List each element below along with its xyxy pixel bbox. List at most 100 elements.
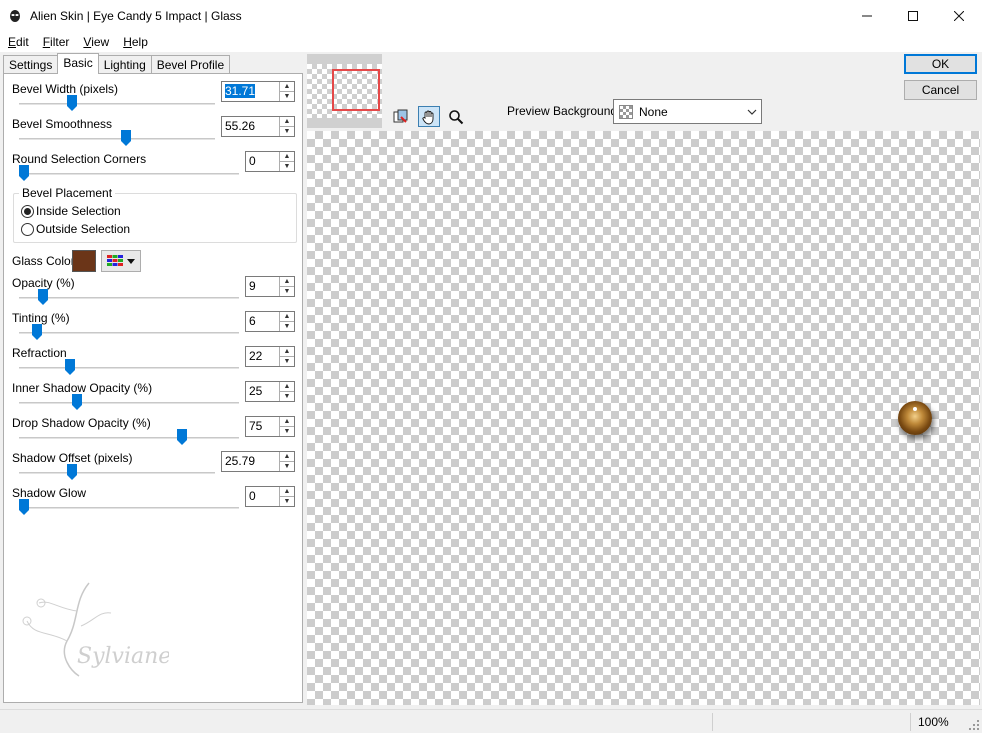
spin-down-icon[interactable]: ▼ <box>280 126 294 136</box>
bevel-smoothness-spinbox[interactable]: 55.26 ▲ ▼ <box>221 116 295 137</box>
sylviane-watermark-logo: Sylviane <box>22 582 169 677</box>
close-button[interactable] <box>936 0 982 31</box>
shadow-offset-spinbox[interactable]: 25.79 ▲ ▼ <box>221 451 295 472</box>
drop-shadow-spinbox[interactable]: 75 ▲ ▼ <box>245 416 295 437</box>
spin-down-icon[interactable]: ▼ <box>280 391 294 401</box>
round-corners-track[interactable] <box>19 173 239 175</box>
spin-down-icon[interactable]: ▼ <box>280 321 294 331</box>
spin-up-icon[interactable]: ▲ <box>280 382 294 391</box>
spin-up-icon[interactable]: ▲ <box>280 417 294 426</box>
spin-up-icon[interactable]: ▲ <box>280 152 294 161</box>
compare-tool-button[interactable] <box>390 106 412 127</box>
spin-down-icon[interactable]: ▼ <box>280 286 294 296</box>
navigator-view-rectangle[interactable] <box>332 69 380 111</box>
bevel-width-input[interactable]: 31.71 <box>222 82 279 101</box>
tab-basic[interactable]: Basic <box>57 53 99 74</box>
tinting-spinbox[interactable]: 6 ▲ ▼ <box>245 311 295 332</box>
inside-selection-label[interactable]: Inside Selection <box>36 204 121 218</box>
shadow-glow-track[interactable] <box>19 507 239 509</box>
bevel-smoothness-input[interactable]: 55.26 <box>222 117 279 136</box>
refraction-slider-thumb[interactable] <box>65 359 76 375</box>
refraction-spinbox[interactable]: 22 ▲ ▼ <box>245 346 295 367</box>
inner-shadow-input[interactable]: 25 <box>246 382 279 401</box>
opacity-input[interactable]: 9 <box>246 277 279 296</box>
round-corners-label: Round Selection Corners <box>12 152 147 166</box>
shadow-offset-label: Shadow Offset (pixels) <box>12 451 133 465</box>
bevel-width-spinbox[interactable]: 31.71 ▲ ▼ <box>221 81 295 102</box>
bevel-smoothness-slider-thumb[interactable] <box>121 130 132 146</box>
resize-grip-icon[interactable] <box>969 720 979 730</box>
ok-button[interactable]: OK <box>904 54 977 74</box>
spin-down-icon[interactable]: ▼ <box>280 91 294 101</box>
glass-color-swatch[interactable] <box>72 250 96 272</box>
drop-shadow-input[interactable]: 75 <box>246 417 279 436</box>
inner-shadow-track[interactable] <box>19 402 239 404</box>
maximize-button[interactable] <box>890 0 936 31</box>
cancel-button[interactable]: Cancel <box>904 80 977 100</box>
tinting-slider-thumb[interactable] <box>31 324 42 340</box>
round-corners-input[interactable]: 0 <box>246 152 279 171</box>
spin-up-icon[interactable]: ▲ <box>280 487 294 496</box>
bevel-smoothness-track[interactable] <box>19 138 215 140</box>
menu-edit[interactable]: Edit <box>0 35 35 49</box>
spin-up-icon[interactable]: ▲ <box>280 277 294 286</box>
preview-background-select[interactable]: None <box>613 99 762 124</box>
drop-shadow-track[interactable] <box>19 437 239 439</box>
magnifier-icon <box>449 109 464 124</box>
bevel-width-slider-thumb[interactable] <box>67 95 78 111</box>
settings-tabs: Settings Basic Lighting Bevel Profile <box>3 53 231 74</box>
inside-selection-radio[interactable] <box>21 205 34 218</box>
spin-up-icon[interactable]: ▲ <box>280 82 294 91</box>
navigator-thumbnail[interactable] <box>307 54 382 128</box>
spin-down-icon[interactable]: ▼ <box>280 496 294 506</box>
tab-bevel-profile[interactable]: Bevel Profile <box>150 55 231 74</box>
menu-help[interactable]: Help <box>115 35 154 49</box>
shadow-offset-input[interactable]: 25.79 <box>222 452 279 471</box>
menu-filter[interactable]: Filter <box>35 35 76 49</box>
spin-up-icon[interactable]: ▲ <box>280 347 294 356</box>
shadow-offset-slider-thumb[interactable] <box>67 464 78 480</box>
close-icon <box>954 10 964 21</box>
spin-up-icon[interactable]: ▲ <box>280 312 294 321</box>
spin-up-icon[interactable]: ▲ <box>280 452 294 461</box>
tinting-track[interactable] <box>19 332 239 334</box>
spin-down-icon[interactable]: ▼ <box>280 426 294 436</box>
shadow-glow-spinbox[interactable]: 0 ▲ ▼ <box>245 486 295 507</box>
basic-settings-panel: Bevel Width (pixels) 31.71 ▲ ▼ Bevel Smoo… <box>3 73 303 703</box>
inner-shadow-slider-thumb[interactable] <box>71 394 82 410</box>
opacity-track[interactable] <box>19 297 239 299</box>
tab-settings[interactable]: Settings <box>3 55 59 74</box>
opacity-spinbox[interactable]: 9 ▲ ▼ <box>245 276 295 297</box>
outside-selection-radio[interactable] <box>21 223 34 236</box>
refraction-input[interactable]: 22 <box>246 347 279 366</box>
bevel-placement-label: Bevel Placement <box>19 186 116 200</box>
opacity-slider-thumb[interactable] <box>37 289 48 305</box>
round-corners-spinbox[interactable]: 0 ▲ ▼ <box>245 151 295 172</box>
spin-up-icon[interactable]: ▲ <box>280 117 294 126</box>
glass-effect-preview-object <box>898 401 932 435</box>
round-corners-slider-thumb[interactable] <box>19 165 29 181</box>
spin-down-icon[interactable]: ▼ <box>280 161 294 171</box>
color-picker-dropdown[interactable] <box>101 250 141 272</box>
minimize-button[interactable] <box>844 0 890 31</box>
spin-down-icon[interactable]: ▼ <box>280 461 294 471</box>
shadow-offset-track[interactable] <box>19 472 215 474</box>
shadow-glow-slider-thumb[interactable] <box>19 499 29 515</box>
shadow-glow-input[interactable]: 0 <box>246 487 279 506</box>
spin-down-icon[interactable]: ▼ <box>280 356 294 366</box>
opacity-label: Opacity (%) <box>12 276 75 290</box>
zoom-tool-button[interactable] <box>445 106 467 127</box>
menu-view[interactable]: View <box>75 35 115 49</box>
bevel-smoothness-label: Bevel Smoothness <box>12 117 113 131</box>
zoom-level: 100% <box>918 715 949 729</box>
drop-shadow-slider-thumb[interactable] <box>176 429 187 445</box>
window-title: Alien Skin | Eye Candy 5 Impact | Glass <box>30 8 242 23</box>
inner-shadow-spinbox[interactable]: 25 ▲ ▼ <box>245 381 295 402</box>
preview-canvas[interactable] <box>307 131 980 705</box>
bevel-width-track[interactable] <box>19 103 215 105</box>
hand-tool-button[interactable] <box>418 106 440 127</box>
outside-selection-label[interactable]: Outside Selection <box>36 222 130 236</box>
tinting-input[interactable]: 6 <box>246 312 279 331</box>
tab-lighting[interactable]: Lighting <box>97 55 152 74</box>
refraction-track[interactable] <box>19 367 239 369</box>
